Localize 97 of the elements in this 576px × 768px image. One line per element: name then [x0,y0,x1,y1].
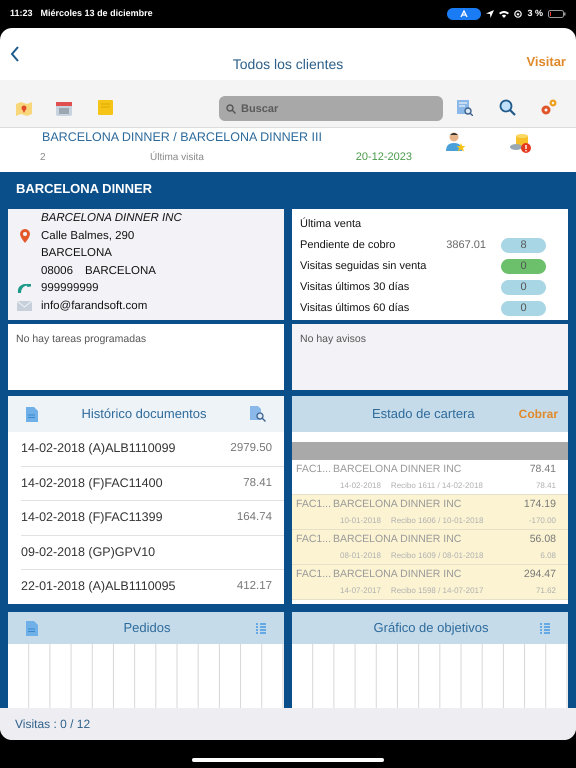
receipt-date: 10-01-2018 [340,515,381,528]
document-row[interactable]: 22-01-2018 (A)ALB1110095 412.17 [21,570,284,604]
settings-icon[interactable] [540,98,558,116]
stat-label: Visitas últimos 30 días [300,280,410,296]
empty-message: No hay tareas programadas [16,332,148,347]
customer-name: BARCELONA DINNER INC [333,496,462,512]
document-search-icon[interactable] [457,100,473,116]
document-row[interactable]: 14-02-2018 (A)ALB1110099 2979.50 [21,432,284,466]
postal-code: 08006 [41,264,73,278]
location-icon [486,10,494,18]
coins-alert-icon[interactable] [510,132,532,154]
mail-icon [17,301,32,312]
customer-name: BARCELONA DINNER INC [333,532,462,547]
wifi-icon [499,10,510,18]
count-badge: 0 [501,259,546,274]
status-date: Miércoles 13 de diciembre [40,7,153,20]
stat-label: Visitas seguidas sin venta [300,259,426,274]
document-icon[interactable] [26,406,38,422]
user-star-icon[interactable] [446,132,466,152]
client-number: 2 [40,150,47,165]
phone-number: 999999999 [41,281,99,296]
invoice-number: FAC1... [295,462,332,477]
last-visit-label: Última visita [150,150,204,165]
visits-count: Visitas : 0 / 12 [15,716,90,733]
panel-title: Gráfico de objetivos [372,619,490,638]
receipt-date: 08-01-2018 [340,550,381,562]
receipt-reference: Recibo 1609 / 08-01-2018 [390,550,484,562]
invoice-number: FAC1... [295,566,332,582]
invoice-number: FAC1... [295,532,332,547]
receipt-row[interactable]: FAC1... BARCELONA DINNER INC 294.47 14-07-2017 Recibo 1598 / 14-07-2017 71.62 [292,565,568,600]
count-badge: 0 [501,280,546,295]
last-visit-date: 20-12-2023 [356,150,412,165]
search-icon[interactable] [499,99,516,116]
document-row[interactable]: 09-02-2018 (GP)GPV10 [21,536,284,570]
receipt-pending: 78.41 [536,480,556,492]
receipt-reference: Recibo 1611 / 14-02-2018 [390,480,483,492]
rotation-lock-icon [514,10,522,18]
battery-icon [548,10,566,18]
keyboard-language-icon [447,8,482,20]
map-pin-icon[interactable] [16,102,32,116]
count-badge: 8 [501,238,546,253]
receipt-reference: Recibo 1606 / 10-01-2018 [390,515,484,528]
calendar-icon[interactable] [56,100,72,116]
email-address: info@farandsoft.com [41,298,148,314]
invoice-number: FAC1... [295,496,332,512]
status-time: 11:23 [10,7,33,20]
document-name: 14-02-2018 (F)FAC11400 [21,474,163,492]
receipt-total: 78.41 [530,462,556,477]
receipt-total: 174.19 [524,496,556,512]
section-title: BARCELONA DINNER [15,180,154,198]
company-name: BARCELONA DINNER INC [41,211,182,226]
visit-button[interactable]: Visitar [526,52,566,72]
list-icon[interactable] [540,622,550,634]
receipt-total: 56.08 [530,532,556,547]
city: BARCELONA [41,246,112,261]
document-row[interactable]: 14-02-2018 (F)FAC11399 164.74 [21,501,284,536]
document-name: 14-02-2018 (A)ALB1110099 [21,440,176,458]
document-name: 14-02-2018 (F)FAC11399 [21,509,163,526]
panel-title: Histórico documentos [80,405,208,424]
panel-title: Pedidos [122,619,172,638]
stat-label: Última venta [300,216,362,232]
phone-icon [17,282,32,295]
customer-name: BARCELONA DINNER INC [333,462,462,477]
receipt-row[interactable]: FAC1... BARCELONA DINNER INC 174.19 10-01-2018 Recibo 1606 / 10-01-2018 -170.00 [292,495,568,530]
receipt-pending: 6.08 [540,550,556,562]
document-icon[interactable] [26,620,38,636]
receipt-pending: 71.62 [536,585,556,598]
battery-percent: 3 % [527,7,543,20]
list-icon[interactable] [256,622,266,634]
receipt-row[interactable]: FAC1... BARCELONA DINNER INC 56.08 08-01-2018 Recibo 1609 / 08-01-2018 6.08 [292,530,568,565]
count-badge: 0 [501,301,546,316]
document-name: 22-01-2018 (A)ALB1110095 [21,578,176,596]
stat-label: Visitas últimos 60 días [300,301,410,316]
document-row[interactable]: 14-02-2018 (F)FAC11400 78.41 [21,466,284,501]
stat-label: Pendiente de cobro [300,238,396,254]
search-field[interactable]: Buscar [219,96,443,121]
empty-message: No hay avisos [300,332,367,347]
stat-amount: 3867.01 [446,238,486,254]
province: BARCELONA [84,264,156,278]
map-pin-icon [20,229,30,244]
receipt-date: 14-02-2018 [340,480,381,492]
receipt-pending: -170.00 [528,515,556,528]
receipt-reference: Recibo 1598 / 14-07-2017 [390,585,484,598]
customer-name: BARCELONA DINNER INC [333,566,462,582]
document-search-icon[interactable] [250,406,266,422]
document-amount: 78.41 [243,476,272,491]
receipt-total: 294.47 [524,566,556,582]
screen-title: Todos los clientes [232,55,344,74]
document-amount: 164.74 [236,510,272,526]
panel-title: Estado de cartera [372,405,475,424]
document-amount: 412.17 [236,579,272,594]
receipt-date: 14-07-2017 [340,585,381,598]
document-name: 09-02-2018 (GP)GPV10 [21,544,156,561]
document-amount: 2979.50 [230,441,272,456]
street-address: Calle Balmes, 290 [41,228,134,244]
back-icon[interactable] [10,46,20,62]
client-name: BARCELONA DINNER / BARCELONA DINNER III [42,129,323,145]
